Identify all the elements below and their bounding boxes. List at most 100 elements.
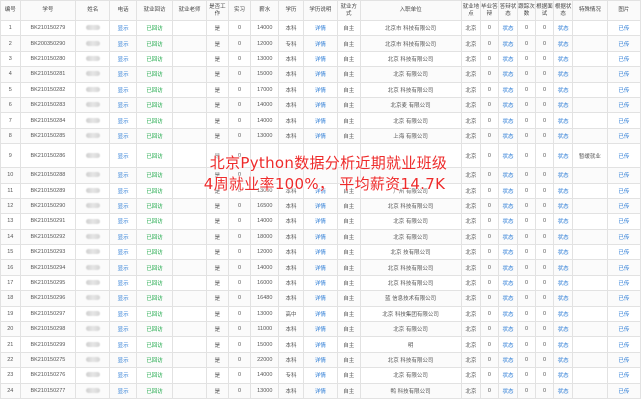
interview-status-link[interactable]: 状态: [553, 167, 573, 184]
interview-status-link[interactable]: 状态: [553, 244, 573, 261]
picture-uploaded-link[interactable]: 已传: [606, 81, 641, 98]
picture-uploaded-link[interactable]: 已传: [606, 182, 641, 199]
interview-status-link[interactable]: 状态: [553, 96, 573, 114]
interview-status-link[interactable]: 状态: [553, 19, 573, 37]
phone-show-link[interactable]: 显示: [109, 127, 137, 145]
phone-show-link[interactable]: 显示: [109, 197, 137, 215]
education-detail-link[interactable]: 详情: [302, 213, 338, 230]
defense-status-link[interactable]: 状态: [497, 81, 519, 98]
defense-status-link[interactable]: 状态: [497, 66, 519, 83]
picture-uploaded-link[interactable]: 已传: [606, 167, 641, 184]
defense-status-link[interactable]: 状态: [497, 367, 519, 384]
education-detail-link[interactable]: 详情: [302, 96, 338, 114]
education-detail-link[interactable]: 详情: [302, 228, 338, 246]
picture-uploaded-link[interactable]: 已传: [606, 321, 641, 338]
interview-status-link[interactable]: 状态: [553, 351, 573, 369]
phone-show-link[interactable]: 显示: [109, 274, 137, 292]
phone-show-link[interactable]: 显示: [109, 351, 137, 369]
education-detail-link[interactable]: 详情: [302, 305, 338, 323]
defense-status-link[interactable]: 状态: [497, 321, 519, 338]
phone-show-link[interactable]: 显示: [109, 382, 137, 399]
defense-status-link[interactable]: 状态: [497, 274, 519, 292]
phone-show-link[interactable]: 显示: [109, 259, 137, 276]
phone-show-link[interactable]: 显示: [109, 305, 137, 323]
picture-uploaded-link[interactable]: 已传: [606, 290, 641, 307]
interview-status-link[interactable]: 状态: [553, 367, 573, 384]
interview-status-link[interactable]: 状态: [553, 81, 573, 98]
phone-show-link[interactable]: 显示: [109, 112, 137, 129]
picture-uploaded-link[interactable]: 已传: [606, 66, 641, 83]
phone-show-link[interactable]: 显示: [109, 228, 137, 246]
defense-status-link[interactable]: 状态: [497, 167, 519, 184]
education-detail-link[interactable]: 详情: [302, 182, 338, 199]
defense-status-link[interactable]: 状态: [497, 197, 519, 215]
interview-status-link[interactable]: 状态: [553, 259, 573, 276]
education-detail-link[interactable]: [302, 167, 338, 184]
defense-status-link[interactable]: 状态: [497, 228, 519, 246]
interview-status-link[interactable]: 状态: [553, 382, 573, 399]
interview-status-link[interactable]: 状态: [553, 197, 573, 215]
phone-show-link[interactable]: 显示: [109, 81, 137, 98]
phone-show-link[interactable]: 显示: [109, 244, 137, 261]
defense-status-link[interactable]: 状态: [497, 336, 519, 353]
phone-show-link[interactable]: 显示: [109, 290, 137, 307]
interview-status-link[interactable]: 状态: [553, 112, 573, 129]
picture-uploaded-link[interactable]: 已传: [606, 96, 641, 114]
interview-status-link[interactable]: 状态: [553, 305, 573, 323]
interview-status-link[interactable]: 状态: [553, 290, 573, 307]
picture-uploaded-link[interactable]: 已传: [606, 367, 641, 384]
phone-show-link[interactable]: 显示: [109, 367, 137, 384]
picture-uploaded-link[interactable]: 已传: [606, 244, 641, 261]
interview-status-link[interactable]: 状态: [553, 127, 573, 145]
picture-uploaded-link[interactable]: 已传: [606, 197, 641, 215]
education-detail-link[interactable]: 详情: [302, 112, 338, 129]
defense-status-link[interactable]: 状态: [497, 182, 519, 199]
education-detail-link[interactable]: 详情: [302, 321, 338, 338]
defense-status-link[interactable]: 状态: [497, 259, 519, 276]
phone-show-link[interactable]: 显示: [109, 35, 137, 52]
interview-status-link[interactable]: 状态: [553, 213, 573, 230]
interview-status-link[interactable]: 状态: [553, 143, 573, 169]
education-detail-link[interactable]: 详情: [302, 19, 338, 37]
interview-status-link[interactable]: 状态: [553, 50, 573, 68]
picture-uploaded-link[interactable]: 已传: [606, 50, 641, 68]
phone-show-link[interactable]: 显示: [109, 336, 137, 353]
education-detail-link[interactable]: 详情: [302, 66, 338, 83]
picture-uploaded-link[interactable]: 已传: [606, 35, 641, 52]
defense-status-link[interactable]: 状态: [497, 143, 519, 169]
education-detail-link[interactable]: 详情: [302, 367, 338, 384]
phone-show-link[interactable]: 显示: [109, 167, 137, 184]
picture-uploaded-link[interactable]: 已传: [606, 336, 641, 353]
education-detail-link[interactable]: [302, 143, 338, 169]
picture-uploaded-link[interactable]: 已传: [606, 228, 641, 246]
phone-show-link[interactable]: 显示: [109, 321, 137, 338]
phone-show-link[interactable]: 显示: [109, 143, 137, 169]
interview-status-link[interactable]: 状态: [553, 182, 573, 199]
picture-uploaded-link[interactable]: 已传: [606, 274, 641, 292]
defense-status-link[interactable]: 状态: [497, 382, 519, 399]
education-detail-link[interactable]: 详情: [302, 197, 338, 215]
picture-uploaded-link[interactable]: 已传: [606, 351, 641, 369]
interview-status-link[interactable]: 状态: [553, 35, 573, 52]
picture-uploaded-link[interactable]: 已传: [606, 305, 641, 323]
education-detail-link[interactable]: 详情: [302, 50, 338, 68]
defense-status-link[interactable]: 状态: [497, 305, 519, 323]
picture-uploaded-link[interactable]: 已传: [606, 143, 641, 169]
interview-status-link[interactable]: 状态: [553, 274, 573, 292]
defense-status-link[interactable]: 状态: [497, 244, 519, 261]
education-detail-link[interactable]: 详情: [302, 259, 338, 276]
education-detail-link[interactable]: 详情: [302, 351, 338, 369]
education-detail-link[interactable]: 详情: [302, 81, 338, 98]
education-detail-link[interactable]: 详情: [302, 127, 338, 145]
interview-status-link[interactable]: 状态: [553, 228, 573, 246]
education-detail-link[interactable]: 详情: [302, 244, 338, 261]
defense-status-link[interactable]: 状态: [497, 19, 519, 37]
picture-uploaded-link[interactable]: 已传: [606, 382, 641, 399]
education-detail-link[interactable]: 详情: [302, 290, 338, 307]
education-detail-link[interactable]: 详情: [302, 274, 338, 292]
picture-uploaded-link[interactable]: 已传: [606, 127, 641, 145]
picture-uploaded-link[interactable]: 已传: [606, 213, 641, 230]
defense-status-link[interactable]: 状态: [497, 35, 519, 52]
phone-show-link[interactable]: 显示: [109, 213, 137, 230]
defense-status-link[interactable]: 状态: [497, 96, 519, 114]
